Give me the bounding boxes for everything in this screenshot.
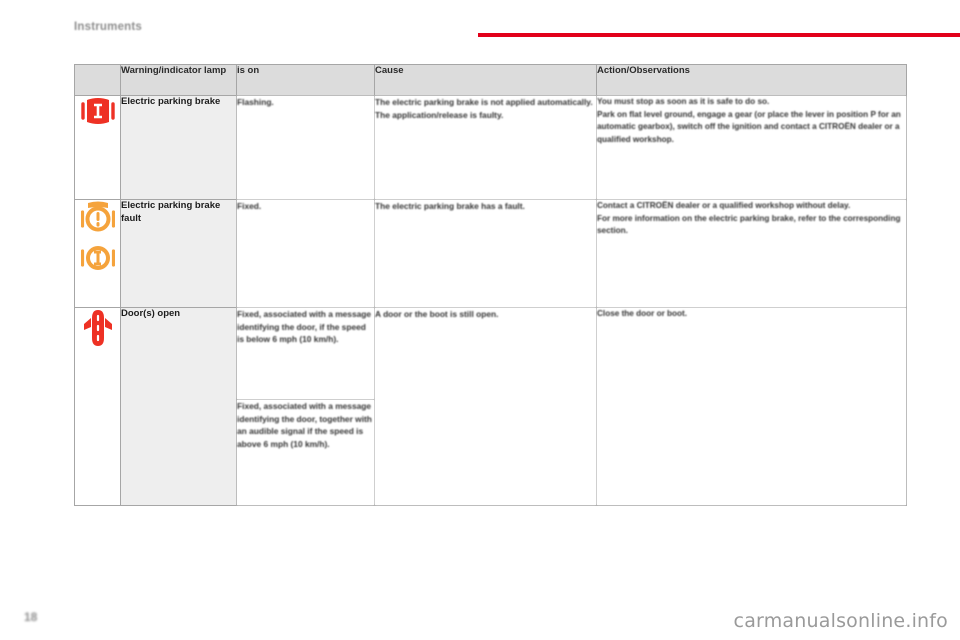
- is-on-cell: Flashing.: [236, 95, 375, 200]
- is-on-cell: Fixed.: [236, 199, 375, 308]
- action-cell: You must stop as soon as it is safe to d…: [596, 95, 907, 200]
- lamp-name-cell: Electric parking brake fault: [120, 199, 237, 308]
- action-cell: Contact a CITROËN dealer or a qualified …: [596, 199, 907, 308]
- column-header-icon: [74, 64, 121, 96]
- table-header-row: Warning/indicator lamp is on Cause Actio…: [74, 64, 907, 96]
- lamp-name-cell: Door(s) open: [120, 307, 237, 506]
- cause-cell: A door or the boot is still open.: [374, 307, 597, 506]
- site-watermark: carmanualsonline.info: [733, 610, 948, 632]
- is-on-cell-secondary: Fixed, associated with a message identif…: [236, 399, 375, 506]
- column-header-cause: Cause: [374, 64, 597, 96]
- doors-open-icon: [82, 308, 114, 348]
- page-header-band: Instruments: [0, 0, 960, 42]
- column-header-action: Action/Observations: [596, 64, 907, 96]
- page-number: 18: [24, 610, 38, 624]
- page-section-title: Instruments: [74, 21, 143, 33]
- action-cell: Close the door or boot.: [596, 307, 907, 506]
- warning-lamp-table: Warning/indicator lamp is on Cause Actio…: [74, 64, 907, 506]
- column-header-lamp: Warning/indicator lamp: [120, 64, 237, 96]
- table-row: Door(s) open Fixed, associated with a me…: [74, 307, 907, 506]
- row-icon-cell-parking-brake-fault: [74, 199, 121, 308]
- column-header-is-on: is on: [236, 64, 375, 96]
- table-row: Electric parking brake fault Fixed. The …: [74, 199, 907, 308]
- row-icon-cell-electric-parking-brake: [74, 95, 121, 200]
- header-left-block: [0, 0, 70, 42]
- header-red-rule: [478, 33, 960, 37]
- cause-cell: The electric parking brake is not applie…: [374, 95, 597, 200]
- cause-cell: The electric parking brake has a fault.: [374, 199, 597, 308]
- parking-brake-fault-icon: [80, 245, 115, 271]
- electric-parking-brake-icon: [80, 96, 115, 126]
- is-on-cell: Fixed, associated with a message identif…: [236, 307, 375, 400]
- lamp-name-cell: Electric parking brake: [120, 95, 237, 200]
- brake-fault-icon: [80, 200, 115, 232]
- icon-stack: [75, 200, 120, 276]
- row-icon-cell-doors-open: [74, 307, 121, 506]
- table-row: Electric parking brake Flashing. The ele…: [74, 95, 907, 200]
